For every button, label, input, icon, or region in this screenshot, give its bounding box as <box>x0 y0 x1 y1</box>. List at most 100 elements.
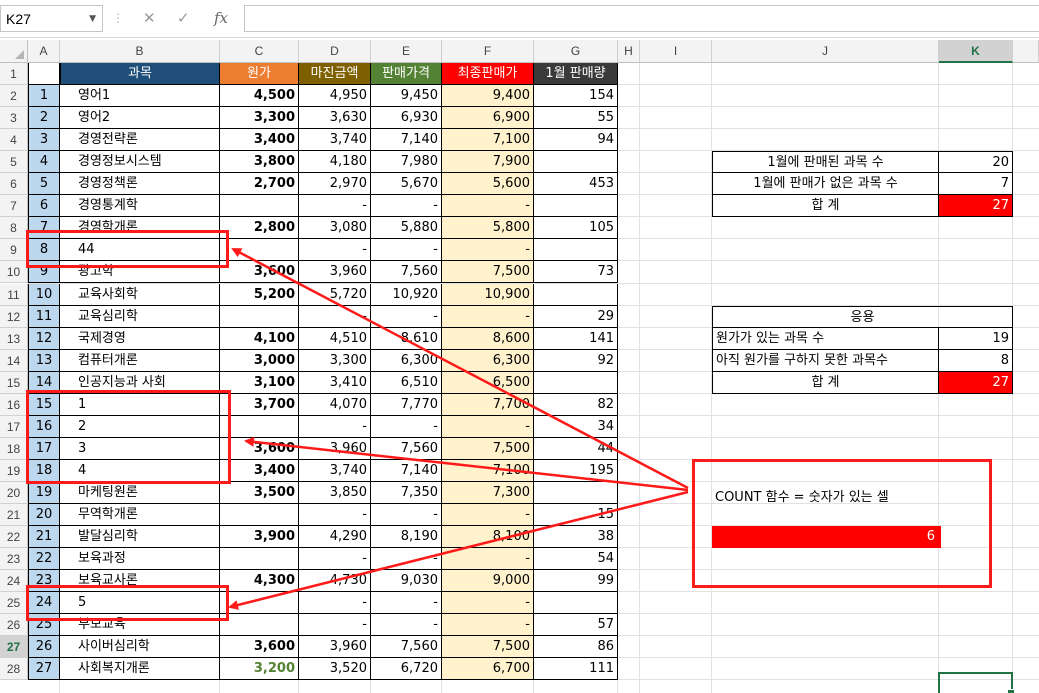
row-header-27[interactable]: 27 <box>0 636 28 659</box>
row-number-cell[interactable]: 14 <box>28 371 60 394</box>
price-cell[interactable]: 6,930 <box>371 107 442 130</box>
subject-cell[interactable]: 컴퓨터개론 <box>60 349 220 372</box>
january-sales-cell[interactable]: 141 <box>534 327 618 350</box>
name-box[interactable]: K27 ▼ <box>0 5 103 32</box>
margin-cell[interactable]: 5,720 <box>299 283 371 306</box>
price-cell[interactable]: 9,450 <box>371 85 442 108</box>
price-cell[interactable]: - <box>371 239 442 262</box>
column-header-d[interactable]: D <box>299 40 371 63</box>
row-header-1[interactable]: 1 <box>0 63 28 86</box>
january-sales-cell[interactable]: 73 <box>534 261 618 284</box>
january-sales-cell[interactable]: 111 <box>534 658 618 681</box>
row-number-cell[interactable]: 25 <box>28 614 60 637</box>
row-number-cell[interactable]: 2 <box>28 107 60 130</box>
cost-cell[interactable] <box>220 548 299 571</box>
column-header-f[interactable]: F <box>442 40 534 63</box>
column-header-c[interactable]: C <box>220 40 299 63</box>
subject-cell[interactable]: 무역학개론 <box>60 504 220 527</box>
row-number-cell[interactable]: 23 <box>28 570 60 593</box>
cost-cell[interactable] <box>220 239 299 262</box>
formula-input[interactable] <box>244 5 1039 32</box>
january-sales-cell[interactable]: 54 <box>534 548 618 571</box>
column-header-g[interactable]: G <box>534 40 618 63</box>
margin-cell[interactable]: 3,520 <box>299 658 371 681</box>
margin-cell[interactable]: 4,290 <box>299 526 371 549</box>
price-cell[interactable]: - <box>371 592 442 615</box>
price-cell[interactable]: 7,140 <box>371 129 442 152</box>
cost-cell[interactable]: 4,100 <box>220 327 299 350</box>
january-sales-cell[interactable]: 44 <box>534 437 618 460</box>
final-price-cell[interactable]: 7,900 <box>442 151 534 174</box>
final-price-cell[interactable]: - <box>442 239 534 262</box>
price-cell[interactable]: 9,030 <box>371 570 442 593</box>
january-sales-cell[interactable] <box>534 371 618 394</box>
cost-cell[interactable] <box>220 415 299 438</box>
final-price-cell[interactable]: 8,600 <box>442 327 534 350</box>
row-number-cell[interactable]: 16 <box>28 415 60 438</box>
row-number-cell[interactable]: 17 <box>28 437 60 460</box>
january-sales-cell[interactable] <box>534 239 618 262</box>
row-header-4[interactable]: 4 <box>0 129 28 152</box>
january-sales-cell[interactable]: 154 <box>534 85 618 108</box>
final-price-cell[interactable]: 9,400 <box>442 85 534 108</box>
cost-cell[interactable] <box>220 305 299 328</box>
cost-cell[interactable]: 4,500 <box>220 85 299 108</box>
row-header-2[interactable]: 2 <box>0 85 28 108</box>
row-number-cell[interactable]: 15 <box>28 393 60 416</box>
subject-cell[interactable]: 경영학개론 <box>60 217 220 240</box>
january-sales-cell[interactable] <box>534 151 618 174</box>
row-header-18[interactable]: 18 <box>0 437 28 460</box>
price-cell[interactable]: 8,190 <box>371 526 442 549</box>
cost-cell[interactable]: 3,900 <box>220 526 299 549</box>
final-price-cell[interactable]: 9,000 <box>442 570 534 593</box>
column-header-h[interactable]: H <box>618 40 640 63</box>
price-cell[interactable]: 7,140 <box>371 459 442 482</box>
cost-cell[interactable] <box>220 592 299 615</box>
price-cell[interactable]: 7,560 <box>371 261 442 284</box>
column-header-i[interactable]: I <box>640 40 712 63</box>
price-cell[interactable]: - <box>371 195 442 218</box>
summary2-label[interactable]: 합 계 <box>712 371 939 394</box>
subject-cell[interactable]: 교육사회학 <box>60 283 220 306</box>
final-price-cell[interactable]: 6,500 <box>442 371 534 394</box>
final-price-cell[interactable]: 10,900 <box>442 283 534 306</box>
cancel-icon[interactable]: ✕ <box>143 10 156 26</box>
table-header-cell[interactable]: 판매가격 <box>371 63 442 86</box>
row-header-13[interactable]: 13 <box>0 327 28 350</box>
margin-cell[interactable]: 3,300 <box>299 349 371 372</box>
final-price-cell[interactable]: - <box>442 504 534 527</box>
subject-cell[interactable]: 1 <box>60 393 220 416</box>
price-cell[interactable]: - <box>371 548 442 571</box>
row-number-cell[interactable]: 13 <box>28 349 60 372</box>
subject-cell[interactable]: 인공지능과 사회 <box>60 371 220 394</box>
row-number-cell[interactable]: 20 <box>28 504 60 527</box>
final-price-cell[interactable]: 6,900 <box>442 107 534 130</box>
row-number-cell[interactable]: 10 <box>28 283 60 306</box>
margin-cell[interactable]: 3,960 <box>299 261 371 284</box>
margin-cell[interactable]: - <box>299 415 371 438</box>
row-header-7[interactable]: 7 <box>0 195 28 218</box>
cost-cell[interactable]: 2,800 <box>220 217 299 240</box>
final-price-cell[interactable]: 7,100 <box>442 129 534 152</box>
cost-cell[interactable]: 3,600 <box>220 636 299 659</box>
final-price-cell[interactable]: - <box>442 415 534 438</box>
row-number-cell[interactable]: 1 <box>28 85 60 108</box>
row-header-19[interactable]: 19 <box>0 459 28 482</box>
subject-cell[interactable]: 사이버심리학 <box>60 636 220 659</box>
subject-cell[interactable]: 교육심리학 <box>60 305 220 328</box>
margin-cell[interactable]: - <box>299 504 371 527</box>
summary2-value[interactable]: 8 <box>939 349 1013 372</box>
margin-cell[interactable]: 3,740 <box>299 459 371 482</box>
final-price-cell[interactable]: 7,700 <box>442 393 534 416</box>
subject-cell[interactable]: 부모교육 <box>60 614 220 637</box>
row-header-28[interactable]: 28 <box>0 658 28 681</box>
row-header-5[interactable]: 5 <box>0 151 28 174</box>
row-number-cell[interactable]: 7 <box>28 217 60 240</box>
table-header-cell[interactable]: 최종판매가 <box>442 63 534 86</box>
price-cell[interactable]: - <box>371 504 442 527</box>
row-number-cell[interactable]: 8 <box>28 239 60 262</box>
table-header-cell[interactable]: 마진금액 <box>299 63 371 86</box>
margin-cell[interactable]: 4,180 <box>299 151 371 174</box>
subject-cell[interactable]: 보육과정 <box>60 548 220 571</box>
cost-cell[interactable]: 3,400 <box>220 129 299 152</box>
